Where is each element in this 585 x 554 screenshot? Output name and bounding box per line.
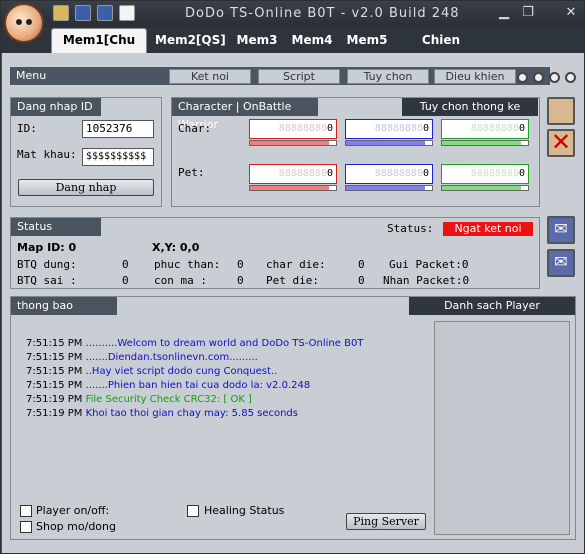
menu-title: Menu — [16, 69, 47, 82]
radio-2-icon[interactable] — [533, 72, 544, 83]
btq-sai-label: BTQ sai : — [17, 274, 77, 287]
status-panel: Status Status: Ngat ket noi Map ID: 0 X,… — [10, 217, 540, 289]
btq-dung-label: BTQ dung: — [17, 258, 77, 271]
app-logo — [4, 3, 44, 43]
phuc-than-label: phuc than: — [154, 258, 221, 271]
shop-label: Shop mo/dong — [36, 520, 116, 533]
shop-checkbox[interactable] — [20, 521, 32, 533]
save-icon[interactable] — [75, 5, 91, 21]
phuc-than-value: 0 — [237, 258, 244, 271]
con-ma-label: con ma : — [154, 274, 207, 287]
char-sp-bar — [441, 140, 529, 146]
restore-icon[interactable]: ❐ — [519, 5, 537, 21]
btq-sai-value: 0 — [122, 274, 129, 287]
mail-icon[interactable]: ✉ — [547, 216, 575, 244]
pet-label: Pet: — [178, 166, 205, 179]
status-label: Status: — [387, 222, 434, 235]
log-line: 7:51:15 PM ..Hay viet script dodo cung C… — [26, 366, 278, 377]
pet-die-value: 0 — [358, 274, 365, 287]
tab-chien-truong[interactable]: Chien truong — [399, 29, 483, 69]
healing-label: Healing Status — [204, 504, 285, 517]
status-title: Status — [11, 218, 101, 236]
coordinates: X,Y: 0,0 — [152, 241, 200, 254]
player-list-title: Danh sach Player — [409, 297, 575, 315]
char-label: Char: — [178, 122, 212, 135]
open-folder-icon[interactable] — [53, 5, 69, 21]
tab-mem2[interactable]: Mem2[QS] — [155, 29, 226, 51]
con-ma-value: 0 — [237, 274, 244, 287]
char-mp-bar — [345, 140, 433, 146]
ket-noi-button[interactable]: Ket noi — [169, 69, 251, 84]
pet-hp-display: 888888880 — [249, 164, 337, 184]
char-hp-bar — [249, 140, 337, 146]
login-button[interactable]: Dang nhap — [18, 179, 154, 196]
char-die-label: char die: — [266, 258, 326, 271]
radio-4-icon[interactable] — [565, 72, 576, 83]
player-onoff-label: Player on/off: — [36, 504, 110, 517]
log-line: 7:51:15 PM ..........Welcom to dream wor… — [26, 338, 364, 349]
send-packet: Gui Packet:0 — [389, 258, 469, 271]
id-input[interactable]: 1052376 — [82, 120, 154, 138]
pet-sp-bar — [441, 185, 529, 191]
pet-mp-display: 888888880 — [345, 164, 433, 184]
player-list[interactable] — [434, 321, 570, 535]
log-line: 7:51:19 PM File Security Check CRC32: [ … — [26, 394, 252, 405]
password-label: Mat khau: — [17, 148, 77, 161]
log-line: 7:51:15 PM .......Phien ban hien tai cua… — [26, 380, 311, 391]
log-panel: thong bao Danh sach Player 7:51:15 PM ..… — [10, 296, 576, 540]
player-onoff-checkbox[interactable] — [20, 505, 32, 517]
radio-1-icon[interactable] — [517, 72, 528, 83]
char-sp-display: 888888880 — [441, 119, 529, 139]
id-label: ID: — [17, 122, 37, 135]
login-panel: Dang nhap ID ID: 1052376 Mat khau: $$$$$… — [10, 97, 162, 207]
tuy-chon-button[interactable]: Tuy chon — [347, 69, 429, 84]
tab-mem5[interactable]: Mem5 — [343, 29, 391, 51]
receive-packet: Nhan Packet:0 — [383, 274, 470, 287]
healing-checkbox[interactable] — [187, 505, 199, 517]
btq-dung-value: 0 — [122, 258, 129, 271]
close-icon[interactable]: ✕ — [562, 5, 580, 21]
tab-mem3[interactable]: Mem3 — [233, 29, 281, 51]
stats-options-button[interactable]: Tuy chon thong ke — [402, 98, 538, 116]
char-hp-display: 888888880 — [249, 119, 337, 139]
main-content: Menu Ket noi Script Tuy chon Dieu khien … — [2, 53, 584, 553]
member-tabs: Mem1[Chu PT] Mem2[QS] Mem3 Mem4 Mem5 Chi… — [1, 27, 584, 69]
status-badge: Ngat ket noi — [443, 222, 533, 236]
mail-send-icon[interactable]: ✉ — [547, 249, 575, 277]
dieu-khien-button[interactable]: Dieu khien — [434, 69, 516, 84]
login-title: Dang nhap ID — [11, 98, 101, 116]
party-icon[interactable] — [547, 97, 575, 125]
app-window: DoDo TS-Online B0T - v2.0 Build 248 ▁ ❐ … — [0, 0, 585, 554]
log-line: 7:51:15 PM .......Diendan.tsonlinevn.com… — [26, 352, 258, 363]
log-line: 7:51:19 PM Khoi tao thoi gian chay may: … — [26, 408, 298, 419]
map-id: Map ID: 0 — [17, 241, 77, 254]
save-as-icon[interactable] — [97, 5, 113, 21]
minimize-icon[interactable]: ▁ — [495, 5, 513, 21]
title-bar: DoDo TS-Online B0T - v2.0 Build 248 ▁ ❐ … — [1, 1, 584, 27]
password-input[interactable]: $$$$$$$$$$ — [82, 148, 154, 166]
new-document-icon[interactable] — [119, 5, 135, 21]
ping-server-button[interactable]: Ping Server — [346, 513, 426, 530]
pet-mp-bar — [345, 185, 433, 191]
char-die-value: 0 — [358, 258, 365, 271]
window-title: DoDo TS-Online B0T - v2.0 Build 248 — [185, 6, 460, 21]
disband-party-icon[interactable]: ✕ — [547, 129, 575, 157]
character-title: Character | OnBattle Warrior — [172, 98, 318, 131]
tab-mem1[interactable]: Mem1[Chu PT] — [51, 28, 147, 69]
tab-mem4[interactable]: Mem4 — [288, 29, 336, 51]
pet-die-label: Pet die: — [266, 274, 319, 287]
script-button[interactable]: Script — [258, 69, 340, 84]
log-title: thong bao — [11, 297, 117, 315]
pet-hp-bar — [249, 185, 337, 191]
pet-sp-display: 888888880 — [441, 164, 529, 184]
char-mp-display: 888888880 — [345, 119, 433, 139]
radio-3-icon[interactable] — [549, 72, 560, 83]
